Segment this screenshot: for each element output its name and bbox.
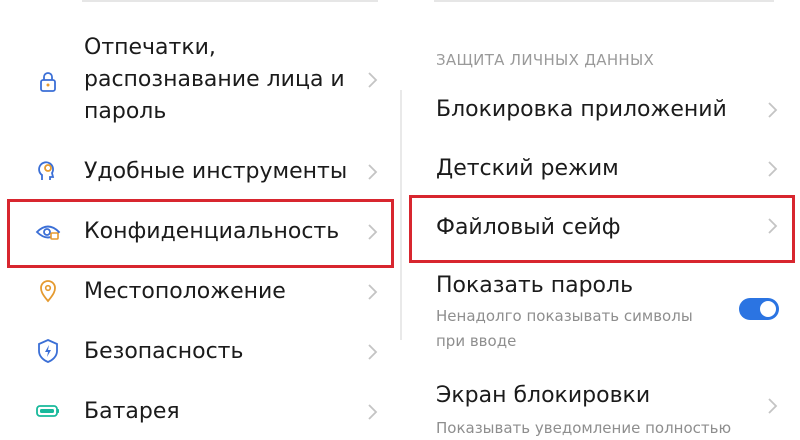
settings-item-label: Удобные инструменты xyxy=(84,159,348,184)
settings-item-file-safe[interactable]: Файловый сейф xyxy=(402,210,800,254)
settings-item-description: при вводе xyxy=(436,332,517,350)
chevron-right-icon xyxy=(366,70,380,90)
chevron-right-icon xyxy=(766,100,780,120)
settings-item-label: Отпечатки, xyxy=(84,35,216,60)
chevron-right-icon xyxy=(366,282,380,302)
settings-item-label: Детский режим xyxy=(436,156,619,181)
settings-item-label: Безопасность xyxy=(84,339,244,364)
settings-list-right: ЗАЩИТА ЛИЧНЫХ ДАННЫХ Блокировка приложен… xyxy=(402,0,800,439)
section-header-privacy-protection: ЗАЩИТА ЛИЧНЫХ ДАННЫХ xyxy=(436,51,655,69)
settings-item-label: Показать пароль xyxy=(436,273,634,298)
settings-item-privacy[interactable]: Конфиденциальность xyxy=(0,210,398,254)
chevron-right-icon xyxy=(366,342,380,362)
settings-item-label: распознавание лица и xyxy=(84,67,345,92)
settings-item-description: Ненадолго показывать символы xyxy=(436,307,693,325)
settings-item-location[interactable]: Местоположение xyxy=(0,270,398,314)
settings-item-app-lock[interactable]: Блокировка приложений xyxy=(402,90,800,134)
toggle-knob xyxy=(760,301,776,317)
settings-item-label: Батарея xyxy=(84,399,180,424)
settings-item-label: Файловый сейф xyxy=(436,215,621,240)
chevron-right-icon xyxy=(766,216,780,236)
top-divider xyxy=(434,0,774,2)
settings-item-label: Экран блокировки xyxy=(436,383,651,408)
top-divider xyxy=(82,0,378,2)
settings-item-convenient-tools[interactable]: Удобные инструменты xyxy=(0,150,398,194)
location-pin-icon xyxy=(34,277,62,305)
shield-bolt-icon xyxy=(34,337,62,365)
settings-item-label: Блокировка приложений xyxy=(436,97,727,122)
chevron-right-icon xyxy=(766,396,780,416)
settings-item-lock-screen[interactable]: Экран блокировки Показывать уведомление … xyxy=(402,380,800,439)
chevron-right-icon xyxy=(766,159,780,179)
settings-item-label: Местоположение xyxy=(84,279,286,304)
battery-icon xyxy=(34,397,62,425)
settings-item-security[interactable]: Безопасность xyxy=(0,330,398,374)
lock-icon xyxy=(34,68,62,96)
settings-list-left: Отпечатки, распознавание лица и пароль У… xyxy=(0,0,398,439)
settings-item-description: Показывать уведомление полностью xyxy=(436,419,732,437)
chevron-right-icon xyxy=(366,162,380,182)
chevron-right-icon xyxy=(366,402,380,422)
privacy-eye-icon xyxy=(34,218,62,246)
chevron-right-icon xyxy=(366,222,380,242)
show-password-toggle[interactable] xyxy=(739,298,779,320)
settings-item-label: Конфиденциальность xyxy=(84,219,340,244)
settings-item-battery[interactable]: Батарея xyxy=(0,390,398,434)
settings-item-fingerprint-face-password[interactable]: Отпечатки, распознавание лица и пароль xyxy=(0,30,398,130)
settings-item-kids-mode[interactable]: Детский режим xyxy=(402,150,800,194)
head-gear-icon xyxy=(34,157,62,185)
settings-item-label: пароль xyxy=(84,99,167,124)
